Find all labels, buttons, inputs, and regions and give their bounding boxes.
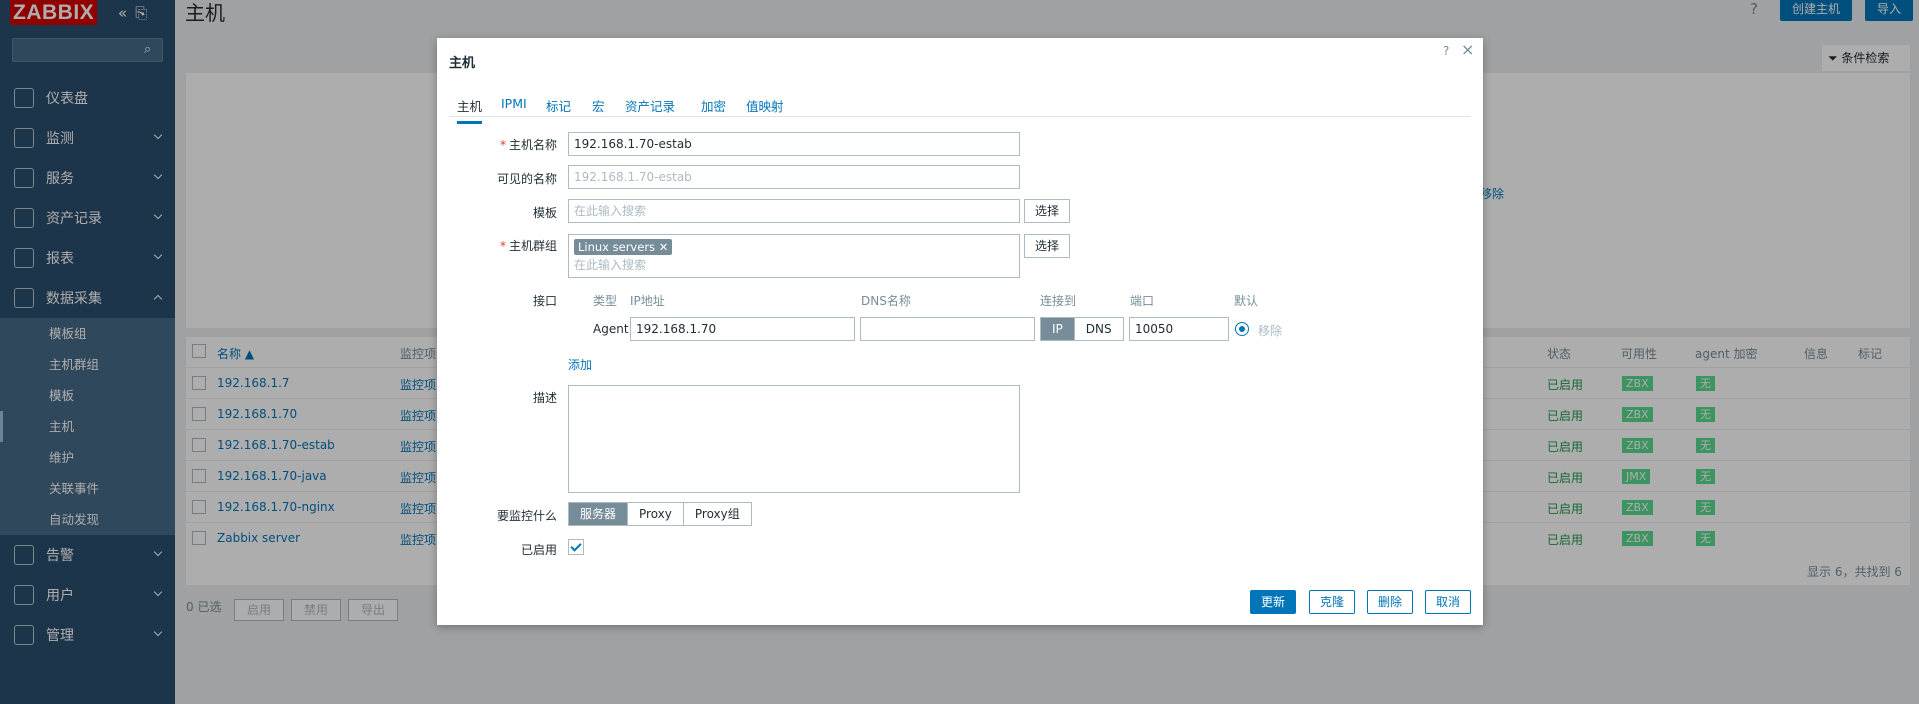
host-groups-select-button[interactable]: 选择: [1024, 234, 1071, 258]
monitored-by-proxy-option[interactable]: Proxy: [628, 503, 684, 525]
host-name-input[interactable]: 192.168.1.70-estab: [568, 132, 1020, 156]
tab-inventory[interactable]: 资产记录: [625, 96, 675, 115]
cancel-button[interactable]: 取消: [1425, 590, 1472, 614]
host-name-label-text: 主机名称: [508, 138, 557, 152]
visible-name-label: 可见的名称: [496, 172, 557, 186]
monitored-by-proxy-group-option[interactable]: Proxy组: [683, 503, 751, 525]
remove-chip-icon[interactable]: ✕: [659, 240, 669, 254]
host-name-label: * 主机名称: [437, 136, 557, 153]
dialog-tabs: 主机 IPMI 标记 宏 资产记录 加密 值映射: [449, 92, 1471, 124]
clone-button[interactable]: 克隆: [1309, 590, 1356, 614]
help-icon[interactable]: ?: [1443, 44, 1449, 58]
tab-host[interactable]: 主机: [457, 96, 483, 124]
host-group-chip-label: Linux servers: [578, 240, 656, 254]
close-icon[interactable]: ×: [1461, 40, 1474, 59]
add-interface-link[interactable]: 添加: [568, 356, 592, 373]
host-groups-label-text: 主机群组: [508, 239, 557, 253]
delete-button[interactable]: 删除: [1367, 590, 1414, 614]
host-groups-input[interactable]: Linux servers ✕ 在此输入搜索: [568, 234, 1020, 278]
enabled-checkbox[interactable]: [568, 539, 584, 555]
monitored-by-server-option[interactable]: 服务器: [569, 503, 629, 525]
tab-ipmi[interactable]: IPMI: [501, 96, 527, 111]
connect-dns-option[interactable]: DNS: [1074, 318, 1123, 340]
default-interface-radio[interactable]: [1235, 322, 1249, 336]
interface-ip-input[interactable]: 192.168.1.70: [630, 317, 855, 341]
templates-input[interactable]: 在此输入搜索: [568, 199, 1020, 223]
description-textarea[interactable]: [568, 385, 1020, 493]
update-button[interactable]: 更新: [1250, 590, 1297, 614]
templates-select-button[interactable]: 选择: [1024, 199, 1071, 223]
dialog-title: 主机: [449, 56, 476, 71]
host-groups-placeholder: 在此输入搜索: [574, 258, 647, 272]
interface-header-port: 端口: [1130, 294, 1155, 308]
interface-header-connect-to: 连接到: [1040, 294, 1077, 308]
remove-interface-link[interactable]: 移除: [1258, 322, 1282, 339]
host-dialog: 主机 ? × 主机 IPMI 标记 宏 资产记录 加密 值映射 * 主机名称 19…: [437, 38, 1483, 625]
tab-macros[interactable]: 宏: [592, 96, 605, 115]
interface-header-type: 类型: [593, 294, 618, 308]
interfaces-label: 接口: [532, 294, 557, 308]
interface-header-ip: IP地址: [630, 294, 665, 308]
interface-port-input[interactable]: 10050: [1129, 317, 1229, 341]
connect-to-toggle: IP DNS: [1040, 317, 1124, 341]
monitored-by-label: 要监控什么: [496, 509, 557, 523]
tab-encryption[interactable]: 加密: [701, 96, 726, 115]
required-marker: *: [499, 239, 506, 253]
interface-dns-input[interactable]: [860, 317, 1035, 341]
enabled-label: 已启用: [520, 543, 557, 557]
host-groups-label: * 主机群组: [437, 237, 557, 254]
interface-type-agent: Agent: [593, 322, 629, 336]
tab-value-mapping[interactable]: 值映射: [746, 96, 784, 115]
host-group-chip: Linux servers ✕: [574, 239, 673, 255]
monitored-by-toggle: 服务器 Proxy Proxy组: [568, 502, 752, 526]
description-label: 描述: [532, 391, 557, 405]
connect-ip-option[interactable]: IP: [1041, 318, 1075, 340]
interface-header-dns: DNS名称: [861, 294, 911, 308]
templates-label: 模板: [532, 206, 557, 220]
required-marker: *: [499, 138, 506, 152]
tab-tags[interactable]: 标记: [546, 96, 571, 115]
visible-name-input[interactable]: 192.168.1.70-estab: [568, 165, 1020, 189]
interface-header-default: 默认: [1234, 294, 1259, 308]
